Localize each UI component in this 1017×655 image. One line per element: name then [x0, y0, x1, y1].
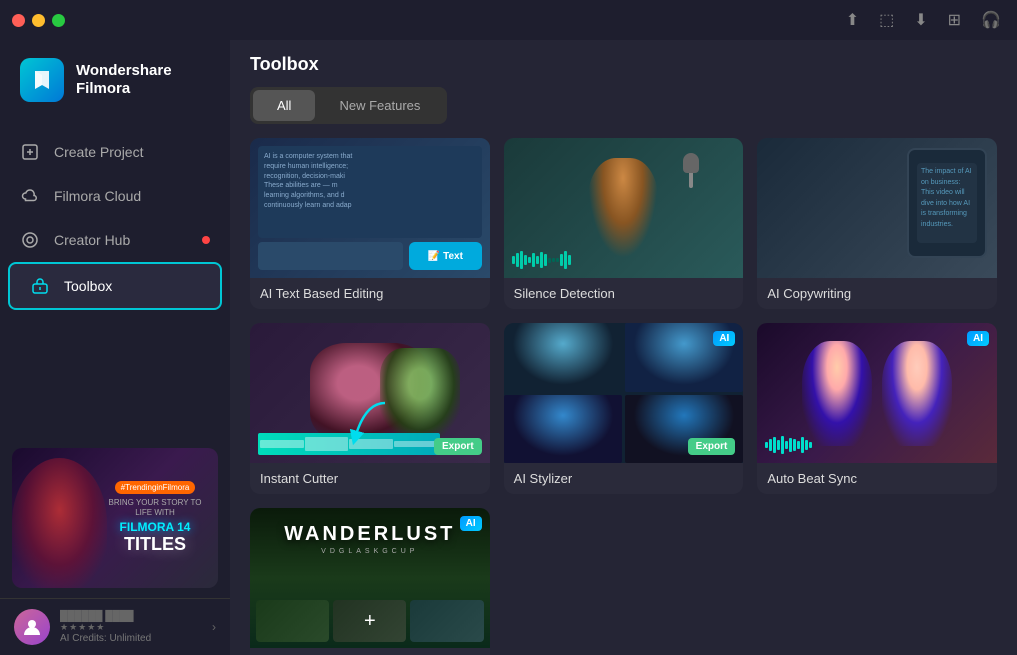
brand-text: Wondershare Filmora [76, 62, 172, 98]
nav-section: Create Project Filmora Cloud Creator Hub [0, 120, 230, 438]
sidebar-item-creator-hub[interactable]: Creator Hub [0, 218, 230, 262]
card-instant-cutter[interactable]: Export Instant Cutter [250, 323, 490, 494]
screen-icon[interactable]: ⬚ [879, 10, 894, 30]
headphone-icon[interactable]: 🎧 [981, 10, 1001, 30]
promo-person [12, 458, 107, 588]
minimize-button[interactable] [32, 14, 45, 27]
export-badge-stylizer: Export [688, 438, 736, 455]
brand-name-line2: Filmora [76, 80, 172, 98]
wanderlust-title: WANDERLUST [250, 523, 490, 546]
promo-text-area: #TrendinginFilmora BRING YOUR STORY TO L… [100, 456, 210, 580]
card-instant-mode[interactable]: WANDERLUST VDGLASKGCUP + AI Instant Mode [250, 508, 490, 655]
card-label-instant-mode: Instant Mode [250, 648, 490, 655]
plus-square-icon [20, 142, 40, 162]
user-area[interactable]: ██████ ████ ★★★★★ AI Credits: Unlimited … [0, 598, 230, 655]
card-label-auto-beat-sync: Auto Beat Sync [757, 463, 997, 494]
cards-grid: AI is a computer system thatrequire huma… [250, 138, 997, 655]
sidebar-item-toolbox[interactable]: Toolbox [8, 262, 222, 310]
promo-line3: TITLES [124, 534, 186, 555]
avatar [14, 609, 50, 645]
arrow-svg [345, 398, 395, 448]
card-label-instant-cutter: Instant Cutter [250, 463, 490, 494]
card-thumb-copywriting: The impact of AI on business: This video… [757, 138, 997, 278]
traffic-lights [12, 14, 65, 27]
close-button[interactable] [12, 14, 25, 27]
user-info: ██████ ████ ★★★★★ AI Credits: Unlimited [60, 611, 202, 644]
grid-icon[interactable]: ⊞ [948, 10, 961, 30]
card-label-ai-stylizer: AI Stylizer [504, 463, 744, 494]
card-ai-stylizer[interactable]: AI Export AI Stylizer [504, 323, 744, 494]
user-name: ██████ ████ [60, 611, 202, 622]
page-title: Toolbox [250, 54, 997, 75]
brand-logo [20, 58, 64, 102]
card-silence-detection[interactable]: Silence Detection [504, 138, 744, 309]
ai-badge-instant-mode: AI [460, 516, 482, 531]
sidebar-item-create-project[interactable]: Create Project [0, 130, 230, 174]
download-icon[interactable]: ⬇ [914, 10, 927, 30]
notification-badge [202, 236, 210, 244]
wanderlust-sub: VDGLASKGCUP [250, 548, 490, 555]
wl-thumb-1 [256, 600, 329, 642]
promo-tag: #TrendinginFilmora [115, 481, 196, 494]
titlebar: ⬆ ⬚ ⬇ ⊞ 🎧 [0, 0, 1017, 40]
cloud-icon [20, 186, 40, 206]
main-content: Toolbox All New Features AI is a compute… [230, 0, 1017, 655]
card-label-ai-copywriting: AI Copywriting [757, 278, 997, 309]
card-ai-text-editing[interactable]: AI is a computer system thatrequire huma… [250, 138, 490, 309]
export-badge-instant-cutter: Export [434, 438, 482, 455]
maximize-button[interactable] [52, 14, 65, 27]
header-actions: ⬆ ⬚ ⬇ ⊞ 🎧 [846, 0, 1001, 40]
sidebar-label-filmora-cloud: Filmora Cloud [54, 188, 141, 204]
tab-bar: All New Features [250, 87, 447, 124]
sidebar-item-filmora-cloud[interactable]: Filmora Cloud [0, 174, 230, 218]
tab-all[interactable]: All [253, 90, 315, 121]
user-credits: ★★★★★ [60, 622, 202, 633]
wl-thumb-plus: + [333, 600, 406, 642]
stars: ★★★★★ [60, 622, 105, 633]
promo-line1: BRING YOUR STORY TO LIFE WITH [100, 498, 210, 519]
share-icon[interactable]: ⬆ [846, 10, 859, 30]
wl-thumb-3 [410, 600, 483, 642]
ai-badge-stylizer: AI [713, 331, 735, 346]
card-ai-copywriting[interactable]: The impact of AI on business: This video… [757, 138, 997, 309]
ai-credits: AI Credits: Unlimited [60, 633, 202, 644]
card-label-silence-detection: Silence Detection [504, 278, 744, 309]
cards-grid-container: AI is a computer system thatrequire huma… [230, 138, 1017, 655]
card-thumb-ai-stylizer: AI Export [504, 323, 744, 463]
ai-badge-auto-beat: AI [967, 331, 989, 346]
promo-line2: FILMORA 14 [120, 520, 191, 534]
expand-user-icon[interactable]: › [212, 620, 216, 634]
card-label-ai-text-editing: AI Text Based Editing [250, 278, 490, 309]
sidebar-label-creator-hub: Creator Hub [54, 232, 130, 248]
card-thumb-instant-mode: WANDERLUST VDGLASKGCUP + AI [250, 508, 490, 648]
sidebar: Wondershare Filmora Create Project Filmo… [0, 0, 230, 655]
sidebar-label-toolbox: Toolbox [64, 278, 112, 294]
card-thumb-silence [504, 138, 744, 278]
target-icon [20, 230, 40, 250]
main-header: Toolbox All New Features [230, 40, 1017, 138]
stylizer-cell-3 [504, 395, 622, 464]
brand-name-line1: Wondershare [76, 62, 172, 80]
card-thumb-auto-beat: AI [757, 323, 997, 463]
card-auto-beat-sync[interactable]: AI Auto Beat Sync [757, 323, 997, 494]
toolbox-icon [30, 276, 50, 296]
sidebar-label-create-project: Create Project [54, 144, 143, 160]
stylizer-cell-1 [504, 323, 622, 392]
brand-area: Wondershare Filmora [0, 40, 230, 120]
tab-new-features[interactable]: New Features [315, 90, 444, 121]
card-thumb-ai-text: AI is a computer system thatrequire huma… [250, 138, 490, 278]
promo-banner[interactable]: #TrendinginFilmora BRING YOUR STORY TO L… [12, 448, 218, 588]
promo-inner: #TrendinginFilmora BRING YOUR STORY TO L… [12, 448, 218, 588]
card-thumb-instant-cutter: Export [250, 323, 490, 463]
